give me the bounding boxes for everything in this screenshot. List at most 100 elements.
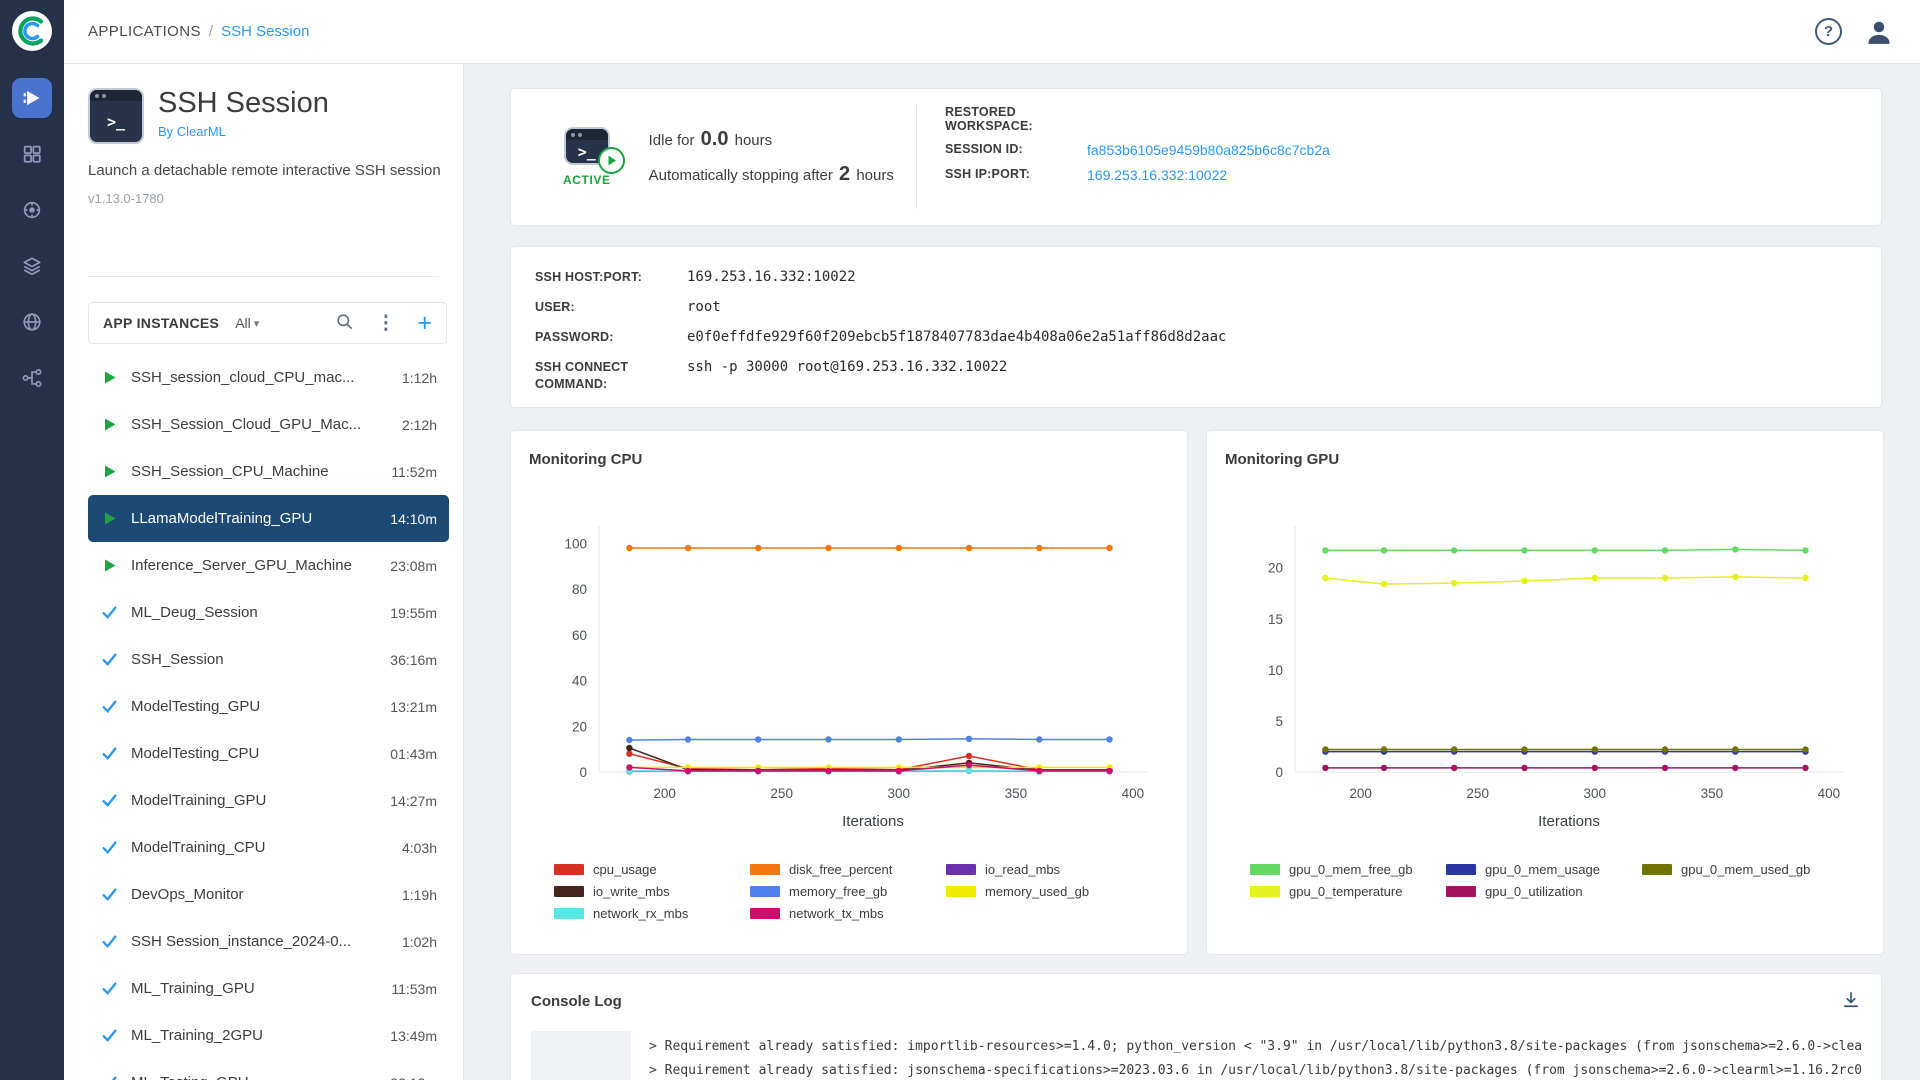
detail-label: USER: — [535, 299, 667, 316]
completed-check-icon — [101, 745, 118, 762]
worker-icon — [21, 199, 43, 221]
breadcrumb-applications[interactable]: APPLICATIONS — [88, 23, 201, 40]
instance-row[interactable]: LLamaModelTraining_GPU 14:10m — [88, 495, 449, 542]
instance-runtime: 1:19h — [402, 887, 437, 903]
console-log-line: > Requirement already satisfied: jsonsch… — [649, 1059, 1861, 1080]
rail-item-workers[interactable] — [12, 190, 52, 230]
ssh-ipport-link[interactable]: 169.253.16.332:10022 — [1087, 167, 1227, 183]
svg-text:80: 80 — [572, 582, 587, 597]
legend-item-gpu_0_mem_free_gb[interactable]: gpu_0_mem_free_gb — [1250, 862, 1446, 877]
instance-row[interactable]: ModelTesting_CPU01:43m — [88, 730, 449, 777]
console-log-card: Console Log > Requirement already satisf… — [510, 973, 1882, 1080]
legend-item-cpu_usage[interactable]: cpu_usage — [554, 862, 750, 877]
rail-item-pipelines[interactable] — [12, 358, 52, 398]
instance-row[interactable]: ModelTesting_GPU13:21m — [88, 683, 449, 730]
completed-check-icon — [101, 886, 118, 903]
gpu-monitoring-card: Monitoring GPU 05101520200250300350400It… — [1206, 430, 1884, 955]
chevron-down-icon: ▾ — [254, 317, 260, 330]
svg-text:350: 350 — [1005, 786, 1028, 801]
add-instance-button[interactable]: + — [417, 311, 432, 336]
byline-link[interactable]: By ClearML — [158, 124, 329, 139]
legend-label: disk_free_percent — [789, 862, 892, 877]
instance-row[interactable]: DevOps_Monitor 1:19h — [88, 871, 449, 918]
instance-name: ModelTraining_CPU — [131, 839, 389, 856]
idle-text: Idle for 0.0 hours — [649, 128, 894, 151]
legend-item-memory_used_gb[interactable]: memory_used_gb — [946, 884, 1142, 899]
instance-runtime: 14:10m — [390, 511, 437, 527]
instance-name: DevOps_Monitor — [131, 886, 389, 903]
legend-item-io_read_mbs[interactable]: io_read_mbs — [946, 862, 1142, 877]
console-gutter — [531, 1031, 631, 1080]
instance-name: LLamaModelTraining_GPU — [131, 510, 377, 527]
legend-item-network_rx_mbs[interactable]: network_rx_mbs — [554, 906, 750, 921]
running-play-icon — [101, 511, 118, 526]
rail-item-datasets[interactable] — [12, 246, 52, 286]
legend-swatch — [554, 864, 584, 875]
instance-row[interactable]: ModelTraining_GPU14:27m — [88, 777, 449, 824]
more-options-button[interactable]: ⋮ — [376, 312, 395, 335]
instance-row[interactable]: Inference_Server_GPU_Machine23:08m — [88, 542, 449, 589]
legend-label: memory_used_gb — [985, 884, 1089, 899]
svg-text:0: 0 — [579, 765, 587, 780]
instances-title: APP INSTANCES — [103, 315, 219, 331]
instance-row[interactable]: ML_Training_2GPU13:49m — [88, 1012, 449, 1059]
legend-item-gpu_0_mem_used_gb[interactable]: gpu_0_mem_used_gb — [1642, 862, 1838, 877]
instance-row[interactable]: SSH Session_instance_2024-0...1:02h — [88, 918, 449, 965]
cpu-monitoring-card: Monitoring CPU 0204060801002002503003504… — [510, 430, 1188, 955]
search-button[interactable] — [335, 312, 354, 334]
legend-item-network_tx_mbs[interactable]: network_tx_mbs — [750, 906, 946, 921]
rail-item-hyper-datasets[interactable] — [12, 302, 52, 342]
legend-label: gpu_0_temperature — [1289, 884, 1402, 899]
svg-text:15: 15 — [1268, 612, 1283, 627]
instance-runtime: 11:52m — [391, 464, 437, 480]
restored-workspace-label: RESTORED WORKSPACE: — [945, 105, 1065, 133]
legend-swatch — [1446, 864, 1476, 875]
instance-row[interactable]: ML_Deug_Session19:55m — [88, 589, 449, 636]
session-id-link[interactable]: fa853b6105e9459b80a825b6c8c7cb2a — [1087, 142, 1330, 158]
legend-label: network_rx_mbs — [593, 906, 688, 921]
main-content: >_ ACTIVE Idle for 0.0 hours Automatical… — [464, 64, 1920, 1080]
help-icon[interactable]: ? — [1815, 18, 1842, 45]
download-log-button[interactable] — [1841, 990, 1861, 1013]
cpu-chart[interactable]: 020406080100200250300350400Iterations — [529, 510, 1169, 856]
clearml-logo-icon[interactable] — [11, 10, 53, 52]
instance-row[interactable]: SSH_Session36:16m — [88, 636, 449, 683]
sidebar: >_ SSH Session By ClearML Launch a detac… — [64, 64, 464, 1080]
instance-row[interactable]: ModelTraining_CPU 4:03h — [88, 824, 449, 871]
instance-row[interactable]: ML_Testing_GPU32:12m — [88, 1059, 449, 1080]
instance-row[interactable]: SSH_Session_CPU_Machine11:52m — [88, 448, 449, 495]
console-header: Console Log — [531, 990, 1861, 1013]
instance-name: ML_Deug_Session — [131, 604, 377, 621]
avatar[interactable] — [1864, 17, 1894, 47]
legend-swatch — [1250, 886, 1280, 897]
status-card: >_ ACTIVE Idle for 0.0 hours Automatical… — [510, 88, 1882, 226]
completed-check-icon — [101, 698, 118, 715]
completed-check-icon — [101, 980, 118, 997]
breadcrumb-separator: / — [209, 23, 213, 40]
legend-item-disk_free_percent[interactable]: disk_free_percent — [750, 862, 946, 877]
instances-filter-dropdown[interactable]: All ▾ — [235, 315, 259, 331]
instance-runtime: 13:49m — [390, 1028, 437, 1044]
idle-hours-value: 0.0 — [699, 128, 731, 150]
svg-text:60: 60 — [572, 628, 587, 643]
instance-row[interactable]: SSH_Session_Cloud_GPU_Mac...2:12h — [88, 401, 449, 448]
instance-name: SSH_session_cloud_CPU_mac... — [131, 369, 389, 386]
legend-item-gpu_0_temperature[interactable]: gpu_0_temperature — [1250, 884, 1446, 899]
legend-item-io_write_mbs[interactable]: io_write_mbs — [554, 884, 750, 899]
status-left: >_ ACTIVE Idle for 0.0 hours Automatical… — [511, 89, 916, 225]
detail-value: e0f0effdfe929f60f209ebcb5f1878407783dae4… — [687, 329, 1226, 345]
instance-runtime: 4:03h — [402, 840, 437, 856]
legend-label: io_write_mbs — [593, 884, 670, 899]
instance-row[interactable]: ML_Training_GPU11:53m — [88, 965, 449, 1012]
svg-text:5: 5 — [1275, 714, 1283, 729]
charts-row: Monitoring CPU 0204060801002002503003504… — [510, 430, 1882, 955]
rail-item-applications[interactable] — [12, 78, 52, 118]
legend-item-memory_free_gb[interactable]: memory_free_gb — [750, 884, 946, 899]
instance-runtime: 1:02h — [402, 934, 437, 950]
gpu-chart[interactable]: 05101520200250300350400Iterations — [1225, 510, 1865, 856]
legend-item-gpu_0_utilization[interactable]: gpu_0_utilization — [1446, 884, 1642, 899]
rail-item-projects[interactable] — [12, 134, 52, 174]
legend-swatch — [946, 886, 976, 897]
instance-row[interactable]: SSH_session_cloud_CPU_mac...1:12h — [88, 354, 449, 401]
legend-item-gpu_0_mem_usage[interactable]: gpu_0_mem_usage — [1446, 862, 1642, 877]
